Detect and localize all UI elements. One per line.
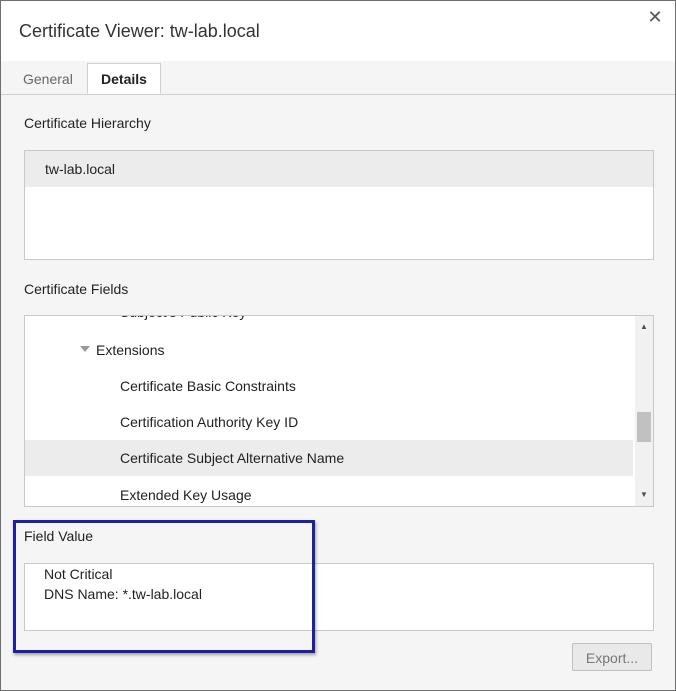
hierarchy-item-tw-lab-local[interactable]: tw-lab.local: [25, 151, 653, 187]
title-bar: Certificate Viewer: tw-lab.local ✕: [1, 1, 675, 61]
dialog-title: Certificate Viewer: tw-lab.local: [19, 21, 260, 41]
field-row[interactable]: Subject's Public Key: [25, 316, 633, 330]
field-row-label: Certificate Subject Alternative Name: [120, 450, 345, 466]
tab-bar: General Details: [1, 61, 675, 95]
certificate-hierarchy-list: tw-lab.local: [24, 150, 654, 260]
export-button[interactable]: Export...: [572, 643, 652, 671]
hierarchy-label: Certificate Hierarchy: [24, 115, 151, 131]
annotation-highlight-box: [13, 520, 315, 653]
scroll-down-icon[interactable]: ▼: [635, 486, 653, 504]
field-row-label: Certification Authority Key ID: [120, 414, 299, 430]
certificate-viewer-dialog: Certificate Viewer: tw-lab.local ✕ Gener…: [0, 0, 676, 691]
certificate-fields-list: Subject's Public Key Extensions Certificat…: [24, 315, 654, 507]
close-icon[interactable]: ✕: [645, 7, 665, 27]
tab-details[interactable]: Details: [87, 63, 161, 94]
field-row-label: Extensions: [96, 342, 165, 358]
field-row[interactable]: Certification Authority Key ID: [25, 404, 633, 440]
tab-general[interactable]: General: [13, 64, 83, 94]
field-row[interactable]: Certificate Basic Constraints: [25, 368, 633, 404]
field-row[interactable]: Extensions: [25, 332, 633, 368]
expand-triangle-icon[interactable]: [80, 346, 90, 353]
field-row-label: Certificate Basic Constraints: [120, 378, 296, 394]
field-row[interactable]: Extended Key Usage: [25, 477, 633, 506]
scroll-thumb[interactable]: [637, 412, 651, 442]
details-panel: Certificate Hierarchy tw-lab.local Certi…: [1, 95, 675, 690]
field-row[interactable]: Certificate Subject Alternative Name: [25, 440, 633, 476]
field-row-label: Extended Key Usage: [120, 487, 252, 503]
scroll-up-icon[interactable]: ▲: [635, 318, 653, 336]
fields-scrollbar[interactable]: ▲ ▼: [635, 316, 653, 506]
field-row-label: Subject's Public Key: [120, 316, 246, 320]
fields-label: Certificate Fields: [24, 281, 129, 297]
